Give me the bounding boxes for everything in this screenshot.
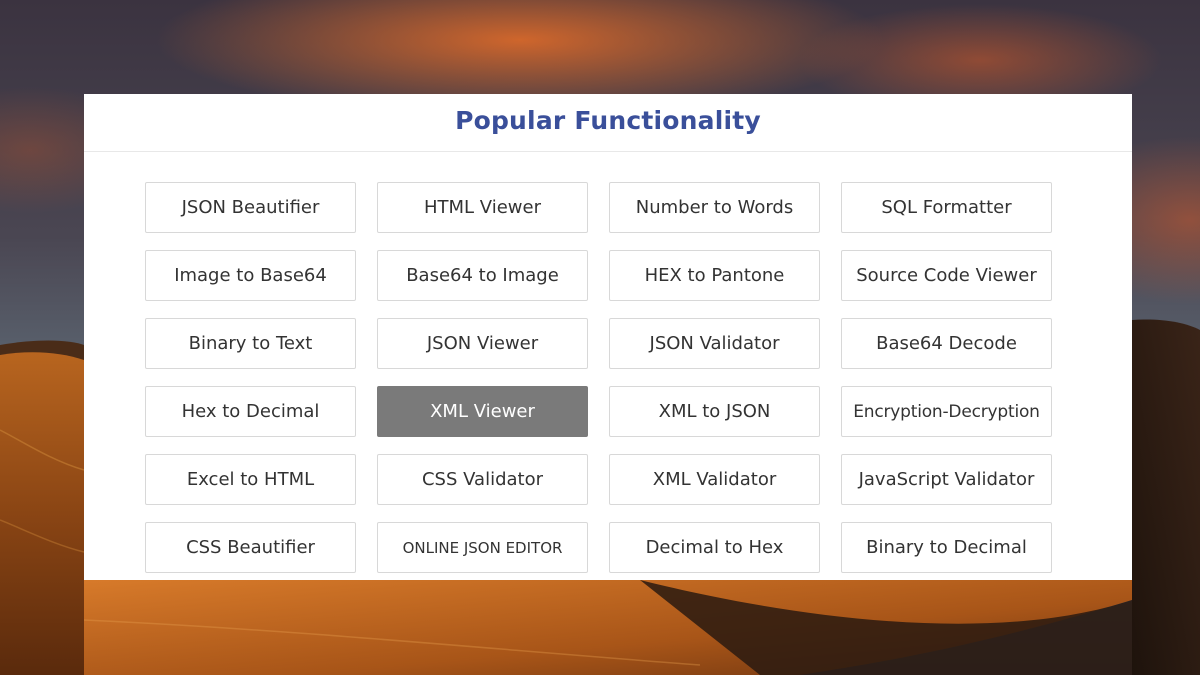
xml-validator-button[interactable]: XML Validator [609, 454, 820, 505]
sql-formatter-button[interactable]: SQL Formatter [841, 182, 1052, 233]
encryption-decryption-button[interactable]: Encryption-Decryption [841, 386, 1052, 437]
decimal-to-hex-button[interactable]: Decimal to Hex [609, 522, 820, 573]
excel-to-html-button[interactable]: Excel to HTML [145, 454, 356, 505]
image-to-base64-button[interactable]: Image to Base64 [145, 250, 356, 301]
source-code-viewer-button[interactable]: Source Code Viewer [841, 250, 1052, 301]
hex-to-decimal-button[interactable]: Hex to Decimal [145, 386, 356, 437]
javascript-validator-button[interactable]: JavaScript Validator [841, 454, 1052, 505]
json-beautifier-button[interactable]: JSON Beautifier [145, 182, 356, 233]
popular-functionality-panel: Popular Functionality JSON Beautifier HTM… [84, 94, 1132, 580]
base64-to-image-button[interactable]: Base64 to Image [377, 250, 588, 301]
online-json-editor-button[interactable]: ONLINE JSON EDITOR [377, 522, 588, 573]
xml-to-json-button[interactable]: XML to JSON [609, 386, 820, 437]
panel-header: Popular Functionality [84, 94, 1132, 152]
binary-to-decimal-button[interactable]: Binary to Decimal [841, 522, 1052, 573]
functionality-grid: JSON Beautifier HTML Viewer Number to Word… [145, 182, 1053, 573]
base64-decode-button[interactable]: Base64 Decode [841, 318, 1052, 369]
binary-to-text-button[interactable]: Binary to Text [145, 318, 356, 369]
json-validator-button[interactable]: JSON Validator [609, 318, 820, 369]
html-viewer-button[interactable]: HTML Viewer [377, 182, 588, 233]
xml-viewer-button[interactable]: XML Viewer [377, 386, 588, 437]
css-validator-button[interactable]: CSS Validator [377, 454, 588, 505]
panel-title: Popular Functionality [455, 106, 761, 135]
css-beautifier-button[interactable]: CSS Beautifier [145, 522, 356, 573]
hex-to-pantone-button[interactable]: HEX to Pantone [609, 250, 820, 301]
json-viewer-button[interactable]: JSON Viewer [377, 318, 588, 369]
number-to-words-button[interactable]: Number to Words [609, 182, 820, 233]
